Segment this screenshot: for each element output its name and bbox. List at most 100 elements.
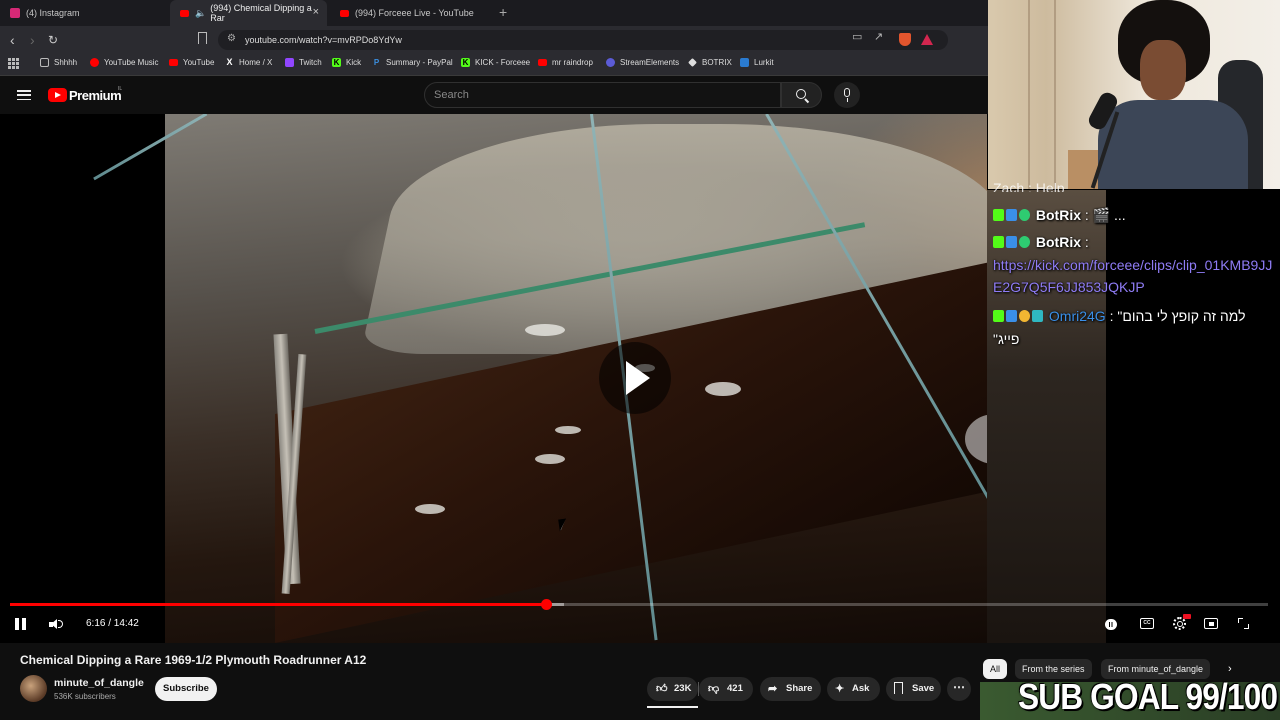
kick-badge-icon — [993, 310, 1004, 322]
progress-bar[interactable] — [10, 599, 1268, 610]
tab-forceee-live[interactable]: (994) Forceee Live - YouTube — [330, 0, 490, 26]
forward-arrow-icon[interactable]: › — [30, 32, 35, 48]
gift-badge-icon — [1019, 310, 1030, 322]
reload-icon[interactable]: ↻ — [48, 32, 58, 48]
played-bar — [10, 603, 547, 606]
channel-name[interactable]: minute_of_dangle — [54, 677, 144, 689]
bookmark-label: KICK - Forceee — [475, 58, 531, 67]
bookmark-label: YouTube Music — [104, 58, 159, 67]
search-input[interactable] — [434, 88, 764, 102]
youtube-icon — [169, 59, 178, 66]
bookmark-icon[interactable] — [198, 32, 207, 44]
new-tab-button[interactable]: + — [499, 5, 507, 19]
brave-shields-icon[interactable] — [899, 33, 911, 46]
brave-rewards-icon[interactable] — [921, 34, 933, 45]
bookmark-kick-forceee[interactable]: K KICK - Forceee — [461, 58, 530, 67]
bookmark-botrix[interactable]: BOTRIX — [688, 58, 732, 67]
chat-message: Omri24G : "למה זה קופץ לי בהום — [993, 305, 1278, 327]
bookmark-kick[interactable]: K Kick — [332, 58, 361, 67]
subscribe-button[interactable]: Subscribe — [155, 677, 217, 701]
search-button[interactable] — [781, 82, 822, 108]
site-info-icon[interactable]: ⚙ — [227, 33, 236, 44]
streamelements-icon — [606, 58, 615, 67]
menu-icon[interactable] — [17, 90, 31, 100]
search-box — [424, 82, 781, 108]
chat-username: BotRix — [1035, 234, 1082, 250]
chat-link[interactable]: https://kick.com/forceee/clips/clip_01KM… — [993, 257, 1272, 295]
like-button[interactable]: 👍︎ 23K — [647, 677, 698, 701]
bookmark-lurkit[interactable]: Lurkit — [740, 58, 774, 67]
bookmark-shhhh[interactable]: Shhhh — [40, 58, 77, 67]
more-options-icon[interactable]: ⋯ — [947, 677, 971, 701]
youtube-music-icon — [90, 58, 99, 67]
back-arrow-icon[interactable]: ‹ — [10, 32, 15, 48]
address-bar[interactable]: ⚙ youtube.com/watch?v=mvRPDo8YdYw — [218, 30, 948, 50]
verified-badge-icon — [1019, 209, 1030, 221]
kick-icon: K — [332, 58, 341, 67]
bookmark-youtube-music[interactable]: YouTube Music — [90, 58, 159, 67]
ask-button[interactable]: ✦ Ask — [827, 677, 880, 701]
chip-all[interactable]: All — [983, 659, 1008, 679]
dislike-button[interactable]: 👎︎ 421 — [699, 677, 753, 701]
folder-icon — [40, 58, 49, 67]
webcam-overlay — [988, 0, 1280, 189]
share-page-icon[interactable]: ↗ — [874, 30, 883, 43]
youtube-icon — [538, 59, 547, 66]
share-label: Share — [786, 683, 813, 694]
tab-chemical-dipping[interactable]: 🔈 (994) Chemical Dipping a Rar × — [170, 0, 327, 26]
speaker-icon[interactable]: 🔈 — [195, 8, 206, 19]
botrix-icon — [688, 58, 697, 67]
youtube-premium-wordmark[interactable]: Premium — [69, 88, 122, 103]
youtube-logo-icon[interactable] — [48, 88, 67, 102]
bookmark-label: BOTRIX — [702, 58, 732, 67]
bookmark-streamelements[interactable]: StreamElements — [606, 58, 679, 67]
chat-message-continued: "פייג — [993, 331, 1020, 347]
browser-toolbar: ‹ › ↻ ⚙ youtube.com/watch?v=mvRPDo8YdYw — [0, 26, 990, 54]
voice-search-button[interactable] — [834, 82, 860, 108]
bookmark-mr-raindrop[interactable]: mr raindrop — [538, 58, 593, 67]
captions-button[interactable]: CC — [1140, 618, 1154, 629]
bookmark-label: Summary - PayPal — [386, 58, 453, 67]
bookmark-label: StreamElements — [620, 58, 680, 67]
bookmark-home-x[interactable]: X Home / X — [225, 57, 273, 68]
share-arrow-icon: ➦ — [768, 683, 778, 695]
chevron-right-icon[interactable]: › — [1228, 663, 1232, 675]
thumbs-up-icon: 👍︎ — [656, 683, 668, 695]
share-button[interactable]: ➦ Share — [760, 677, 821, 701]
chat-username: Omri24G — [1048, 308, 1106, 324]
video-frame — [93, 114, 1030, 643]
pause-button[interactable] — [15, 618, 27, 630]
apps-grid-icon[interactable] — [8, 58, 19, 69]
channel-avatar[interactable] — [20, 675, 47, 702]
subscriber-count: 536K subscribers — [54, 692, 116, 701]
tab-instagram[interactable]: (4) Instagram — [0, 0, 170, 26]
bookmark-paypal[interactable]: P Summary - PayPal — [372, 58, 453, 67]
close-tab-icon[interactable]: × — [313, 7, 319, 18]
save-button[interactable]: Save — [886, 677, 941, 701]
bookmark-youtube[interactable]: YouTube — [169, 58, 214, 67]
bookmark-label: Shhhh — [54, 58, 78, 67]
fullscreen-icon[interactable] — [1238, 618, 1249, 629]
chat-text: 🎬 ... — [1088, 207, 1126, 223]
lifting-rope — [93, 114, 208, 181]
streamer-body — [1098, 100, 1248, 189]
play-icon[interactable] — [599, 342, 671, 414]
streamer-face — [1140, 40, 1186, 100]
verified-badge-icon — [1019, 236, 1030, 248]
x-icon: X — [226, 57, 233, 67]
bookmark-twitch[interactable]: Twitch — [285, 58, 322, 67]
lurkit-icon — [740, 58, 749, 67]
bookmark-label: YouTube — [183, 58, 215, 67]
youtube-icon — [340, 10, 349, 17]
bookmark-label: Home / X — [239, 58, 273, 67]
miniplayer-icon[interactable] — [1204, 618, 1218, 629]
tab-label: (4) Instagram — [26, 8, 80, 18]
cast-icon[interactable]: ▭ — [852, 30, 862, 43]
dislike-count: 421 — [727, 683, 743, 694]
bookmark-label: Lurkit — [754, 58, 774, 67]
time-display: 6:16 / 14:42 — [76, 614, 149, 634]
autoplay-toggle[interactable] — [1105, 619, 1117, 630]
paypal-icon: P — [373, 58, 380, 67]
volume-icon[interactable] — [49, 618, 63, 630]
tab-label: (994) Forceee Live - YouTube — [355, 8, 474, 18]
